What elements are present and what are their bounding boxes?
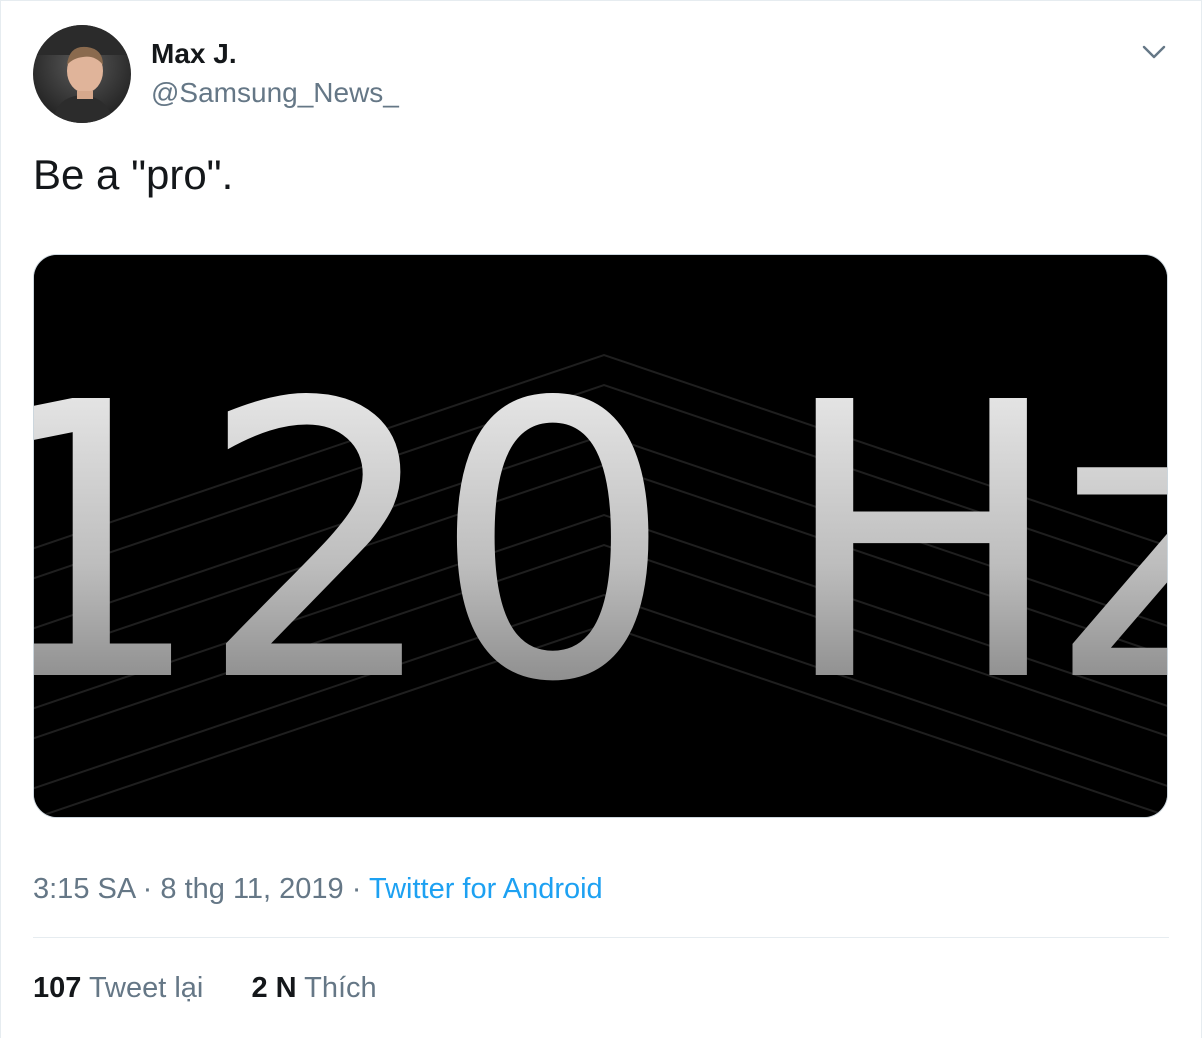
tweet-card: Max J. @Samsung_News_ Be a "pro". 120 H … (0, 0, 1202, 1038)
tweet-source-link[interactable]: Twitter for Android (369, 873, 603, 905)
tweet-text: Be a "pro". (33, 151, 234, 198)
tweet-metadata: 3:15 SA · 8 thg 11, 2019 · Twitter for A… (33, 869, 603, 909)
avatar[interactable] (33, 25, 131, 123)
tweet-stats: 107 Tweet lại 2 N Thích (33, 968, 377, 1008)
tweet-date[interactable]: 8 thg 11, 2019 (160, 873, 343, 905)
meta-separator: · (142, 873, 153, 905)
likes-stat[interactable]: 2 N Thích (251, 968, 376, 1008)
avatar-photo (33, 25, 131, 123)
media-graphic: 120 Hz (34, 255, 1168, 817)
divider (33, 937, 1169, 938)
author-handle[interactable]: @Samsung_News_ (151, 77, 399, 109)
tweet-media-image[interactable]: 120 Hz (33, 254, 1168, 818)
author-name[interactable]: Max J. (151, 38, 237, 70)
likes-count: 2 N (251, 972, 297, 1004)
retweets-label: Tweet lại (88, 972, 204, 1004)
chevron-down-icon[interactable] (1137, 35, 1171, 69)
meta-separator: · (351, 873, 362, 905)
retweets-stat[interactable]: 107 Tweet lại (33, 968, 203, 1008)
tweet-time[interactable]: 3:15 SA (33, 873, 135, 905)
retweets-count: 107 (33, 972, 82, 1004)
likes-label: Thích (304, 972, 377, 1004)
media-text: 120 Hz (34, 322, 1168, 765)
